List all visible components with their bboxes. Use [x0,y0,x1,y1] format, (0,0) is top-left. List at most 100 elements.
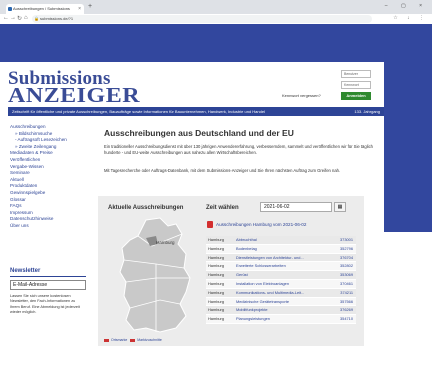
sidebar-item[interactable]: Mediadaten & Preise [10,150,90,157]
table-row[interactable]: Hamburg Dienstleistungen von Architektur-… [206,253,356,263]
window-controls[interactable]: – ▢ × [385,3,428,9]
tab-close-icon[interactable]: × [78,4,81,14]
logo-anzeiger[interactable]: ANZEIGER [8,84,140,108]
favicon-icon [8,7,12,11]
sidebar-item[interactable]: Ausschreibungen [10,124,90,131]
jahrgang-label: 133. Jahrgang [354,109,380,114]
newsletter-title: Newsletter [10,268,86,277]
address-bar-row: ← → ↻ ⌂ 🔒 submissions.de/?1 ☆ ↓ ⋮ [0,14,432,24]
login-button[interactable]: Anmelden [341,92,371,100]
row-ort: Hamburg [208,307,225,313]
table-row[interactable]: Hamburg Planungsleistungen 354710 [206,315,356,324]
forward-icon[interactable]: → [10,15,16,21]
row-nummer-link[interactable]: 376704 [340,254,353,263]
row-nummer-link[interactable]: 376269 [340,306,353,315]
sidebar-item[interactable]: - Auftragsoft Lesezeichen [10,137,90,144]
row-ort: Hamburg [208,254,225,260]
pdf-icon[interactable] [207,221,213,228]
extensions-icons[interactable]: ☆ ↓ ⋮ [393,15,428,21]
row-ort: Hamburg [208,263,225,269]
row-gewerk-link[interactable]: Erweiterte Schlosserarbeiten [236,262,286,271]
forgot-password-link[interactable]: Kennwort vergessen? [282,93,321,98]
sidebar-item[interactable]: Datenschutzhinweise [10,216,90,223]
lock-icon: 🔒 [34,16,39,21]
header-banner [0,24,384,62]
legend-label-1: Ortsmarke [111,338,128,342]
row-gewerk-link[interactable]: Installation von Elektroanlagen [236,280,289,289]
row-nummer-link[interactable]: 354710 [340,315,353,324]
row-gewerk-link[interactable]: Bodenbelag [236,245,257,254]
row-ort: Hamburg [208,245,225,251]
reload-icon[interactable]: ↻ [17,15,22,22]
sidebar-item[interactable]: Aktuell [10,177,90,184]
result-title[interactable]: Ausschreibungen Hamburg vom 2021-06-02 [216,222,306,227]
sidebar-nav: Ausschreibungen» Bildschirmsuche - Auftra… [10,124,90,230]
date-input[interactable]: 2021-06-02 [260,202,332,212]
sidebar-item[interactable]: Vergabe-Wissen [10,164,90,171]
login-username-input[interactable]: Benutzer [341,70,371,78]
row-gewerk-link[interactable]: Dienstleistungen von Architektur- und... [236,254,304,263]
row-nummer-link[interactable]: 352796 [340,245,353,254]
table-row[interactable]: Hamburg Gerüst 353069 [206,271,356,280]
login-password-input[interactable]: Kennwort [341,81,371,89]
row-nummer-link[interactable]: 373001 [340,236,353,245]
table-row[interactable]: Hamburg Mobiltfunkprojekte 376269 [206,306,356,316]
sidebar-item[interactable]: Über uns [10,223,90,230]
row-gewerk-link[interactable]: Medizinische Gerätetransporte [236,298,289,307]
results-table: Hamburg Abbruchthal 373001 Hamburg Bodenbela… [206,236,356,324]
table-row[interactable]: Hamburg Abbruchthal 373001 [206,236,356,245]
url-field[interactable]: 🔒 submissions.de/?1 [32,15,372,23]
table-row[interactable]: Hamburg Medizinische Gerätetransporte 3575… [206,297,356,307]
page-title: Ausschreibungen aus Deutschland und der … [104,128,294,138]
home-icon[interactable]: ⌂ [24,15,28,21]
table-row[interactable]: Hamburg Installation von Elektroanlagen 37… [206,279,356,289]
sidebar-item[interactable]: » Bildschirmsuche [10,131,90,138]
row-ort: Hamburg [208,316,225,322]
row-nummer-link[interactable]: 357566 [340,298,353,307]
sidebar-item[interactable]: Seminare [10,170,90,177]
map-hamburg-label: Hamburg [156,240,175,245]
row-gewerk-link[interactable]: Planungsleistungen [236,315,270,324]
url-text: submissions.de/?1 [40,16,74,21]
legend-swatch-2 [130,338,136,342]
side-banner [384,24,432,232]
row-gewerk-link[interactable]: Gerüst [236,271,248,280]
legend-swatch [104,338,109,342]
calendar-icon[interactable]: ▦ [334,202,346,212]
row-gewerk-link[interactable]: Abbruchthal [236,236,257,245]
row-gewerk-link[interactable]: Mobiltfunkprojekte [236,306,268,315]
sidebar-item[interactable]: » Zweite Zeilengang [10,144,90,151]
table-row[interactable]: Hamburg Bodenbelag 352796 [206,244,356,254]
row-ort: Hamburg [208,272,225,278]
sidebar-item[interactable]: Produktdaten [10,183,90,190]
legend-label-2: Marktzuschnitte [137,338,162,342]
newsletter-email-input[interactable]: E-Mail-Adresse [10,280,86,290]
row-nummer-link[interactable]: 353069 [340,271,353,280]
sub-header-bar: Zeitschrift für öffentliche und private … [8,107,384,116]
newsletter-text: Lassen Sie sich unsere kostenlosen Newsl… [10,294,80,315]
germany-map[interactable]: Hamburg [116,216,196,336]
table-row[interactable]: Hamburg Erweiterte Schlosserarbeiten 35280… [206,262,356,272]
row-ort: Hamburg [208,298,225,304]
sidebar-item[interactable]: Veröffentlichen [10,157,90,164]
back-icon[interactable]: ← [3,15,9,21]
zeit-waehlen-label: Zeit wählen [206,205,239,211]
intro-text: Ein traditioneller Ausschreibungsdienst … [104,144,373,156]
sidebar-item[interactable]: Glossar [10,197,90,204]
row-nummer-link[interactable]: 374211 [340,289,353,298]
new-tab-button[interactable]: + [88,3,92,10]
sidebar-item[interactable]: Gewinnspielgebe [10,190,90,197]
intro-text-2: Mit Tagesrecherche oder Auftrags-Datenba… [104,168,341,173]
row-ort: Hamburg [208,280,225,286]
row-gewerk-link[interactable]: Kommunikations- und Multimedia-Leit... [236,289,304,298]
row-ort: Hamburg [208,289,225,295]
sidebar-item[interactable]: FAQs [10,203,90,210]
row-ort: Hamburg [208,237,225,242]
row-nummer-link[interactable]: 370461 [340,280,353,289]
aktuell-label: Aktuelle Ausschreibungen [108,205,184,211]
browser-tab[interactable]: Ausschreibungen / Submissions × [6,4,84,14]
map-legend: Ortsmarke Marktzuschnitte [104,338,162,342]
table-row[interactable]: Hamburg Kommunikations- und Multimedia-Le… [206,288,356,298]
sidebar-item[interactable]: Impressum [10,210,90,217]
row-nummer-link[interactable]: 352802 [340,262,353,271]
